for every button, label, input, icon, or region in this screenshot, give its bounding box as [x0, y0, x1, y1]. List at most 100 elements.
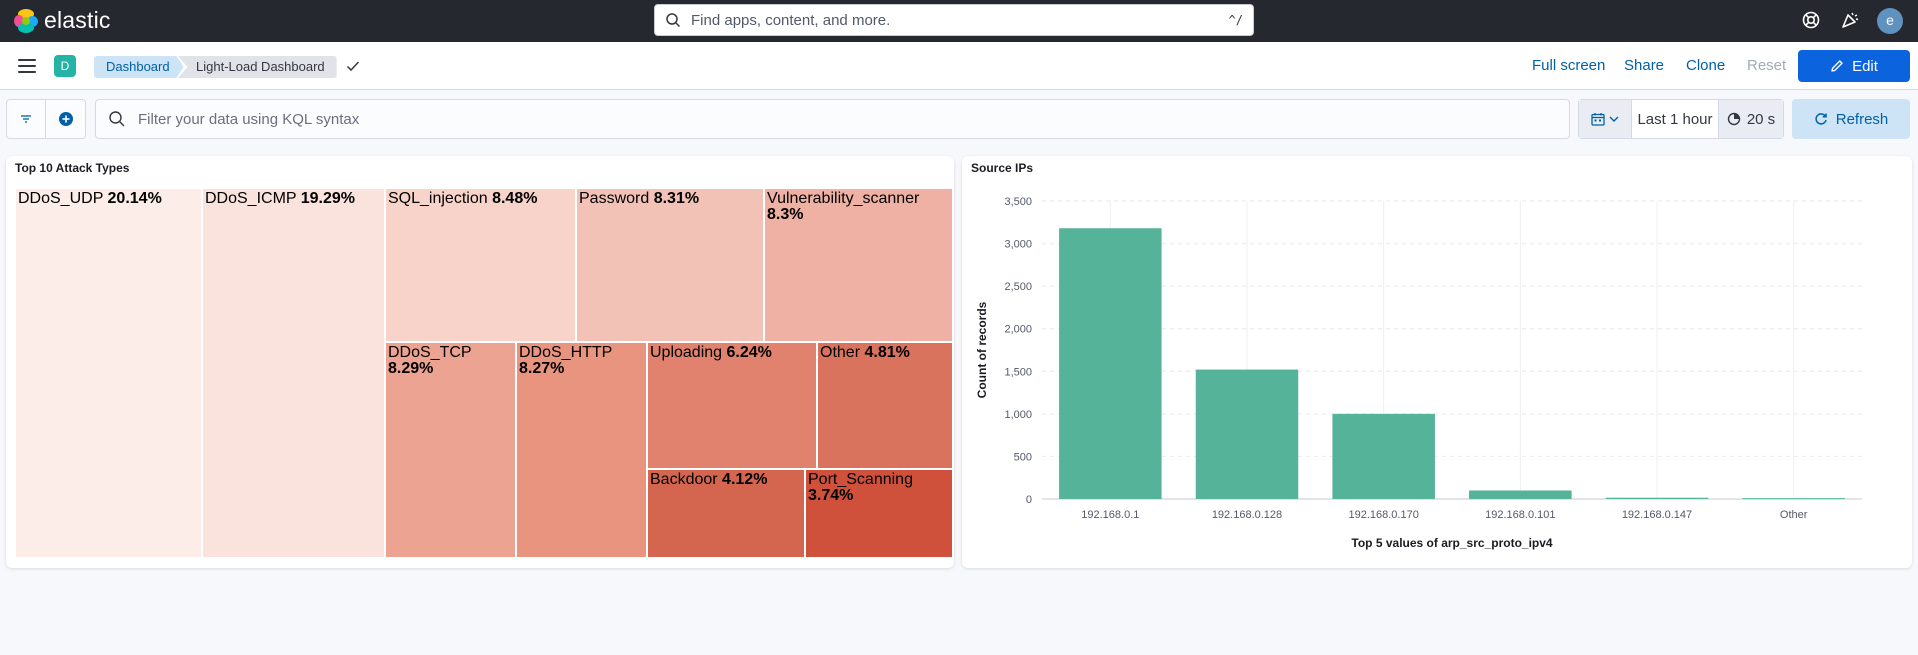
quick-select-button[interactable]	[1579, 100, 1632, 138]
treemap-cell-label: DDoS_ICMP	[205, 190, 297, 207]
attack-types-panel: Top 10 Attack Types DDoS_UDP 20.14% DDoS_…	[6, 156, 954, 568]
bar[interactable]	[1605, 497, 1709, 499]
bar[interactable]	[1332, 413, 1435, 499]
treemap-cell-percent: 19.29%	[300, 190, 356, 207]
treemap-cell-label: Uploading	[650, 344, 723, 361]
elastic-logo-icon	[14, 8, 38, 33]
treemap-cell-label: Backdoor	[650, 471, 718, 488]
refresh-icon	[1815, 113, 1827, 125]
filter-controls	[6, 99, 86, 139]
treemap-cell[interactable]: Port_Scanning 3.74%	[805, 469, 953, 558]
reset-link[interactable]: Reset	[1747, 57, 1786, 74]
app-navbar: D Dashboard Light-Load Dashboard Full sc…	[0, 42, 1918, 90]
treemap-cell-percent: 8.48%	[492, 190, 538, 207]
share-link[interactable]: Share	[1624, 57, 1664, 74]
treemap-cell-percent: 6.24%	[726, 344, 772, 361]
treemap-cell-percent: 20.14%	[107, 190, 162, 207]
treemap-cell[interactable]: Password 8.31%	[576, 188, 764, 342]
treemap-cell[interactable]: DDoS_HTTP 8.27%	[516, 342, 647, 558]
full-screen-link[interactable]: Full screen	[1532, 57, 1605, 74]
x-tick-label: 192.168.0.128	[1212, 509, 1282, 521]
treemap-cell[interactable]: Backdoor 4.12%	[647, 469, 805, 558]
x-tick-label: Other	[1780, 509, 1808, 521]
chevron-down-icon	[1609, 116, 1619, 122]
query-bar: Filter your data using KQL syntax Last 1…	[0, 91, 1918, 147]
calendar-icon	[1591, 113, 1605, 126]
check-icon	[346, 61, 360, 72]
treemap-cell-label: DDoS_HTTP	[519, 344, 613, 361]
time-range-display[interactable]: Last 1 hour	[1632, 111, 1718, 128]
filter-icon	[21, 115, 31, 123]
refresh-interval-button[interactable]: 20 s	[1718, 100, 1783, 138]
y-tick-label: 1,500	[1004, 366, 1032, 378]
treemap-cell-percent: 3.74%	[808, 487, 854, 504]
treemap-cell-label: DDoS_TCP	[388, 344, 472, 361]
search-shortcut: ^/	[1228, 13, 1243, 27]
breadcrumb-current: Light-Load Dashboard	[178, 56, 337, 78]
treemap-cell-percent: 4.12%	[722, 471, 768, 488]
filter-menu-button[interactable]	[7, 100, 47, 138]
pencil-icon	[1831, 60, 1843, 72]
treemap-cell-label: SQL_injection	[388, 190, 488, 207]
y-tick-label: 500	[1014, 451, 1032, 463]
plus-circle-icon	[58, 112, 73, 126]
x-tick-label: 192.168.0.170	[1348, 509, 1418, 521]
y-tick-label: 2,500	[1004, 281, 1032, 293]
x-tick-label: 192.168.0.1	[1081, 509, 1139, 521]
newsfeed-icon[interactable]	[1840, 10, 1860, 30]
elastic-logo[interactable]: elastic	[14, 7, 111, 34]
treemap-cell-percent: 8.27%	[519, 360, 565, 377]
help-icon[interactable]	[1801, 10, 1821, 30]
treemap-cell[interactable]: Other 4.81%	[817, 342, 953, 469]
y-tick-label: 3,500	[1004, 196, 1032, 208]
bar[interactable]	[1469, 490, 1572, 499]
refresh-interval-value: 20 s	[1746, 110, 1776, 128]
add-filter-button[interactable]	[46, 100, 85, 138]
treemap-cell-percent: 8.31%	[653, 190, 700, 207]
kql-search-input[interactable]: Filter your data using KQL syntax	[95, 99, 1570, 139]
bar-chart: 0 500 1,000 1,500 2,000 2,500 3,000 3,500 192.16…	[975, 196, 1862, 550]
treemap-cell-label: Port_Scanning	[808, 471, 913, 488]
edit-button[interactable]: Edit	[1798, 50, 1910, 82]
bar[interactable]	[1742, 498, 1845, 500]
panel-title: Top 10 Attack Types	[15, 161, 130, 175]
treemap-cell[interactable]: SQL_injection 8.48%	[385, 188, 576, 342]
y-tick-label: 3,000	[1004, 239, 1032, 251]
brand-name: elastic	[44, 7, 111, 33]
treemap-cell-percent: 4.81%	[864, 344, 910, 361]
treemap-cell-percent: 8.29%	[388, 360, 434, 377]
y-axis-title: Count of records	[975, 301, 989, 398]
x-axis-title: Top 5 values of arp_src_proto_ipv4	[1351, 536, 1553, 550]
bar[interactable]	[1195, 369, 1299, 499]
treemap-cell[interactable]: DDoS_TCP 8.29%	[385, 342, 516, 558]
refresh-label: Refresh	[1835, 110, 1889, 128]
treemap-cell[interactable]: Vulnerability_scanner 8.3%	[764, 188, 953, 342]
treemap-cell-label: Vulnerability_scanner	[767, 190, 920, 207]
x-tick-label: 192.168.0.101	[1485, 509, 1555, 521]
source-ips-panel: Source IPs 0 500 1,000 1,500 2,000 2,500 3,000…	[962, 156, 1912, 568]
time-picker: Last 1 hour 20 s	[1578, 99, 1784, 139]
treemap-cell-label: Password	[579, 190, 650, 207]
global-search-input[interactable]: Find apps, content, and more. ^/	[654, 4, 1254, 36]
menu-icon[interactable]	[18, 59, 36, 73]
treemap-cell[interactable]: DDoS_UDP 20.14%	[15, 188, 202, 558]
user-avatar[interactable]: e	[1877, 8, 1903, 34]
clone-link[interactable]: Clone	[1686, 57, 1725, 74]
search-placeholder: Find apps, content, and more.	[691, 11, 891, 29]
search-icon	[109, 111, 125, 127]
bar[interactable]	[1059, 228, 1162, 499]
treemap-cell[interactable]: Uploading 6.24%	[647, 342, 817, 469]
y-tick-label: 0	[1026, 494, 1032, 506]
space-avatar[interactable]: D	[54, 55, 76, 77]
breadcrumb-dashboard[interactable]: Dashboard	[94, 56, 184, 78]
y-tick-label: 2,000	[1004, 324, 1032, 336]
treemap-cell-label: DDoS_UDP	[18, 190, 104, 207]
refresh-button[interactable]: Refresh	[1792, 99, 1910, 139]
treemap-cell[interactable]: DDoS_ICMP 19.29%	[202, 188, 385, 558]
auto-refresh-icon	[1727, 112, 1741, 126]
kql-placeholder: Filter your data using KQL syntax	[138, 110, 360, 128]
y-tick-label: 1,000	[1004, 409, 1032, 421]
edit-label: Edit	[1852, 57, 1878, 75]
top-header: elastic Find apps, content, and more. ^/…	[0, 0, 1918, 42]
treemap-cell-label: Other	[820, 344, 861, 361]
